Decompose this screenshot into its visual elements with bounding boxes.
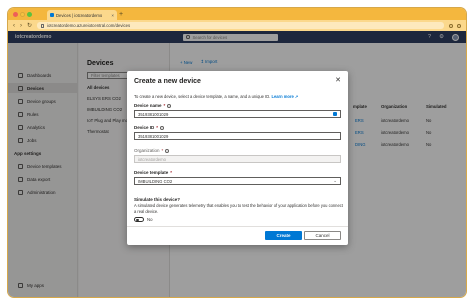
cancel-button[interactable]: Cancel bbox=[304, 231, 341, 240]
reload-icon[interactable]: ↻ bbox=[27, 22, 32, 30]
dialog-title: Create a new device bbox=[134, 78, 201, 85]
device-template-select[interactable]: IMBUILDING CO2 ⌄ bbox=[134, 177, 341, 185]
organization-field: iotcreatordemo bbox=[134, 155, 341, 163]
organization-label: Organization * bbox=[134, 148, 170, 153]
simulate-heading: Simulate this device? bbox=[134, 197, 181, 202]
simulate-description: A simulated device generates telemetry t… bbox=[134, 203, 343, 214]
browser-tab[interactable]: Devices | iotcreatordemo × bbox=[47, 10, 117, 20]
organization-label-text: Organization bbox=[134, 148, 160, 153]
learn-more-link[interactable]: Learn more bbox=[271, 94, 293, 99]
url-field[interactable]: iotcreatordemo.azureiotcentral.com/devic… bbox=[37, 22, 444, 29]
profile-icon[interactable] bbox=[457, 23, 461, 28]
address-bar-icons bbox=[449, 23, 461, 28]
device-name-label: Device name * bbox=[134, 103, 172, 108]
organization-value: iotcreatordemo bbox=[138, 156, 166, 162]
address-bar: ‹ › ↻ iotcreatordemo.azureiotcentral.com… bbox=[8, 20, 466, 31]
dialog-footer-divider bbox=[127, 226, 348, 227]
autofill-icon[interactable] bbox=[333, 112, 337, 116]
bookmark-icon[interactable] bbox=[449, 23, 453, 28]
new-tab-icon[interactable]: + bbox=[119, 10, 123, 19]
create-button[interactable]: Create bbox=[265, 231, 302, 240]
browser-titlebar: Devices | iotcreatordemo × + bbox=[8, 8, 466, 20]
required-marker: * bbox=[163, 103, 166, 108]
back-icon[interactable]: ‹ bbox=[13, 22, 15, 30]
simulate-toggle[interactable] bbox=[134, 217, 144, 222]
device-name-label-text: Device name bbox=[134, 103, 162, 108]
url-text: iotcreatordemo.azureiotcentral.com/devic… bbox=[47, 23, 131, 28]
maximize-window-icon[interactable] bbox=[27, 12, 32, 17]
lock-icon bbox=[41, 23, 45, 28]
device-id-label: Device ID * bbox=[134, 125, 165, 130]
close-icon[interactable]: ✕ bbox=[335, 77, 341, 84]
info-icon[interactable] bbox=[160, 125, 165, 130]
device-template-label: Device template * bbox=[134, 170, 172, 175]
required-marker: * bbox=[170, 170, 173, 175]
device-name-field[interactable]: 3519381001029 bbox=[134, 110, 341, 118]
minimize-window-icon[interactable] bbox=[20, 12, 25, 17]
device-id-label-text: Device ID bbox=[134, 125, 155, 130]
required-marker: * bbox=[156, 125, 159, 130]
external-link-icon: ↗ bbox=[294, 94, 299, 99]
tab-close-icon[interactable]: × bbox=[111, 13, 114, 18]
toggle-knob bbox=[136, 218, 139, 222]
dialog-description-text: To create a new device, select a device … bbox=[134, 94, 271, 99]
favicon-icon bbox=[50, 13, 54, 17]
info-icon[interactable] bbox=[165, 148, 170, 153]
device-id-field[interactable]: 3519381001029 bbox=[134, 132, 341, 140]
create-device-dialog: Create a new device ✕ To create a new de… bbox=[127, 71, 348, 245]
device-template-label-text: Device template bbox=[134, 170, 169, 175]
tab-title: Devices | iotcreatordemo bbox=[56, 12, 103, 18]
simulate-toggle-label: No bbox=[147, 217, 153, 222]
required-marker: * bbox=[161, 148, 164, 153]
close-window-icon[interactable] bbox=[13, 12, 18, 17]
dialog-description: To create a new device, select a device … bbox=[134, 94, 344, 99]
device-name-value: 3519381001029 bbox=[138, 111, 169, 117]
device-template-value: IMBUILDING CO2 bbox=[138, 178, 173, 184]
forward-icon[interactable]: › bbox=[20, 22, 22, 30]
info-icon[interactable] bbox=[167, 103, 172, 108]
chevron-down-icon: ⌄ bbox=[333, 178, 337, 183]
device-id-value: 3519381001029 bbox=[138, 133, 169, 139]
